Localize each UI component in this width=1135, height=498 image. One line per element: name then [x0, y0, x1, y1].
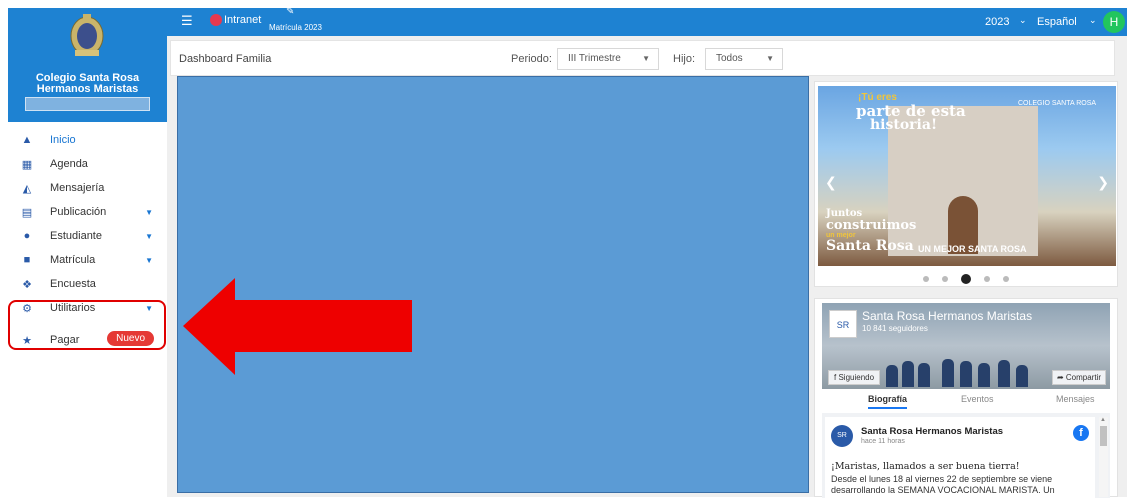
- facebook-cover: SR Santa Rosa Hermanos Maristas 10 841 s…: [822, 303, 1110, 389]
- sidebar-item-label: Mensajería: [50, 182, 105, 194]
- home-icon: ▲: [21, 134, 33, 146]
- slide-logo: COLEGIO SANTA ROSA: [1018, 100, 1097, 107]
- page-logo[interactable]: SR: [829, 310, 857, 338]
- dashboard-filter-bar: Dashboard Familia Periodo: III Trimestre…: [170, 40, 1115, 76]
- chevron-down-icon: ▼: [766, 54, 774, 63]
- main-content: Dashboard Familia Periodo: III Trimestre…: [167, 36, 1127, 498]
- periodo-select[interactable]: III Trimestre ▼: [557, 48, 659, 70]
- following-label: Siguiendo: [838, 373, 875, 382]
- chevron-left-icon[interactable]: ❮: [825, 174, 837, 191]
- book-icon: ■: [23, 254, 31, 266]
- image-carousel: ¡Tú eres parte de esta historia! Juntos …: [814, 81, 1118, 287]
- post-avatar[interactable]: SR: [831, 425, 853, 447]
- share-label: Compartir: [1065, 373, 1101, 382]
- facebook-feed: SR Santa Rosa Hermanos Maristas hace 11 …: [822, 413, 1110, 498]
- hijo-select[interactable]: Todos ▼: [705, 48, 783, 70]
- post-title: ¡Maristas, llamados a ser buena tierra!: [831, 461, 1020, 472]
- intranet-dot-icon: [210, 14, 222, 26]
- share-icon: ➦: [1056, 373, 1064, 382]
- sidebar-item-mensajeria[interactable]: ◭ Mensajería: [8, 176, 167, 200]
- sidebar: Colegio Santa Rosa Hermanos Maristas ▲ I…: [8, 8, 167, 497]
- language-selector[interactable]: Español: [1037, 16, 1077, 28]
- carousel-slide[interactable]: ¡Tú eres parte de esta historia! Juntos …: [818, 86, 1116, 266]
- share-button[interactable]: ➦ Compartir: [1051, 370, 1106, 385]
- sidebar-item-label: Publicación: [50, 206, 107, 218]
- sidebar-item-matricula[interactable]: ■ Matrícula ▼: [8, 248, 167, 272]
- tab-eventos[interactable]: Eventos: [961, 394, 994, 404]
- user-name-field: [25, 97, 150, 111]
- year-selector[interactable]: 2023: [985, 16, 1009, 28]
- sidebar-item-label: Encuesta: [50, 278, 96, 290]
- sidebar-item-label: Agenda: [50, 158, 88, 170]
- sidebar-item-label: Estudiante: [50, 230, 102, 242]
- followers-count: 10 841 seguidores: [862, 324, 928, 333]
- facebook-tabs: Biografía Eventos Mensajes: [822, 391, 1110, 409]
- chevron-down-icon: ▼: [642, 54, 650, 63]
- student-icon: ●: [23, 230, 31, 242]
- top-bar: ☰ Intranet ✎ Matrícula 2023 2023 ⌄ Españ…: [167, 6, 1127, 36]
- sidebar-item-publicacion[interactable]: ▤ Publicación ▼: [8, 200, 167, 224]
- post-author[interactable]: Santa Rosa Hermanos Maristas: [861, 426, 1003, 437]
- chevron-down-icon: ▼: [145, 207, 153, 217]
- slide-text: Santa Rosa: [826, 238, 914, 254]
- carousel-dot[interactable]: [922, 276, 929, 283]
- matricula-link[interactable]: Matrícula 2023: [269, 23, 322, 32]
- chevron-down-icon[interactable]: ⌄: [1019, 15, 1027, 26]
- facebook-widget: SR Santa Rosa Hermanos Maristas 10 841 s…: [814, 298, 1118, 498]
- carousel-dot-active[interactable]: [961, 274, 971, 285]
- publication-icon: ▤: [21, 206, 33, 219]
- sidebar-item-estudiante[interactable]: ● Estudiante ▼: [8, 224, 167, 248]
- scrollbar-thumb[interactable]: [1100, 426, 1107, 446]
- post-time[interactable]: hace 11 horas: [861, 438, 905, 445]
- school-crest-icon: [70, 14, 104, 56]
- highlight-box: [8, 300, 166, 350]
- menu-icon[interactable]: ☰: [181, 13, 193, 29]
- slide-text: historia!: [870, 117, 938, 133]
- following-button[interactable]: f Siguiendo: [828, 370, 881, 385]
- facebook-logo-icon[interactable]: f: [1073, 425, 1089, 441]
- school-name: Colegio Santa Rosa Hermanos Maristas: [35, 72, 140, 95]
- page-title: Dashboard Familia: [179, 53, 272, 65]
- feed-scrollbar[interactable]: ▲: [1099, 417, 1108, 497]
- hijo-label: Hijo:: [673, 53, 696, 65]
- pencil-icon: ✎: [286, 6, 295, 17]
- periodo-label: Periodo:: [511, 53, 552, 65]
- sidebar-header: Colegio Santa Rosa Hermanos Maristas: [8, 8, 167, 122]
- periodo-value: III Trimestre: [568, 53, 621, 64]
- sidebar-item-label: Inicio: [50, 134, 76, 146]
- carousel-indicators: [815, 273, 1117, 285]
- sidebar-item-inicio[interactable]: ▲ Inicio: [8, 128, 167, 152]
- page-name[interactable]: Santa Rosa Hermanos Maristas: [862, 309, 1032, 323]
- facebook-icon: f: [834, 373, 837, 382]
- scroll-up-icon[interactable]: ▲: [1100, 417, 1106, 423]
- sidebar-item-agenda[interactable]: ▦ Agenda: [8, 152, 167, 176]
- survey-icon: ❖: [22, 278, 32, 291]
- chevron-down-icon[interactable]: ⌄: [1089, 15, 1097, 26]
- sidebar-item-label: Matrícula: [50, 254, 96, 266]
- carousel-dot[interactable]: [984, 276, 991, 283]
- carousel-dot[interactable]: [941, 276, 948, 283]
- chevron-down-icon: ▼: [145, 231, 153, 241]
- avatar[interactable]: H: [1103, 11, 1125, 33]
- cover-people-image: [882, 347, 1032, 387]
- slide-text: construimos: [826, 218, 917, 233]
- chevron-down-icon: ▼: [145, 255, 153, 265]
- slide-text: UN MEJOR SANTA ROSA: [918, 244, 1027, 254]
- facebook-post: SR Santa Rosa Hermanos Maristas hace 11 …: [825, 417, 1095, 498]
- post-text: Desde el lunes 18 al viernes 22 de septi…: [831, 474, 1055, 495]
- calendar-icon: ▦: [21, 158, 33, 171]
- tab-biografia[interactable]: Biografía: [868, 394, 908, 409]
- hijo-value: Todos: [716, 53, 743, 64]
- red-arrow-annotation: [183, 278, 412, 375]
- intranet-link[interactable]: Intranet: [224, 14, 261, 26]
- sidebar-item-encuesta[interactable]: ❖ Encuesta: [8, 272, 167, 296]
- message-icon: ◭: [22, 182, 32, 195]
- tab-mensajes[interactable]: Mensajes: [1056, 394, 1095, 404]
- chevron-right-icon[interactable]: ❯: [1097, 174, 1109, 191]
- carousel-dot[interactable]: [1003, 276, 1010, 283]
